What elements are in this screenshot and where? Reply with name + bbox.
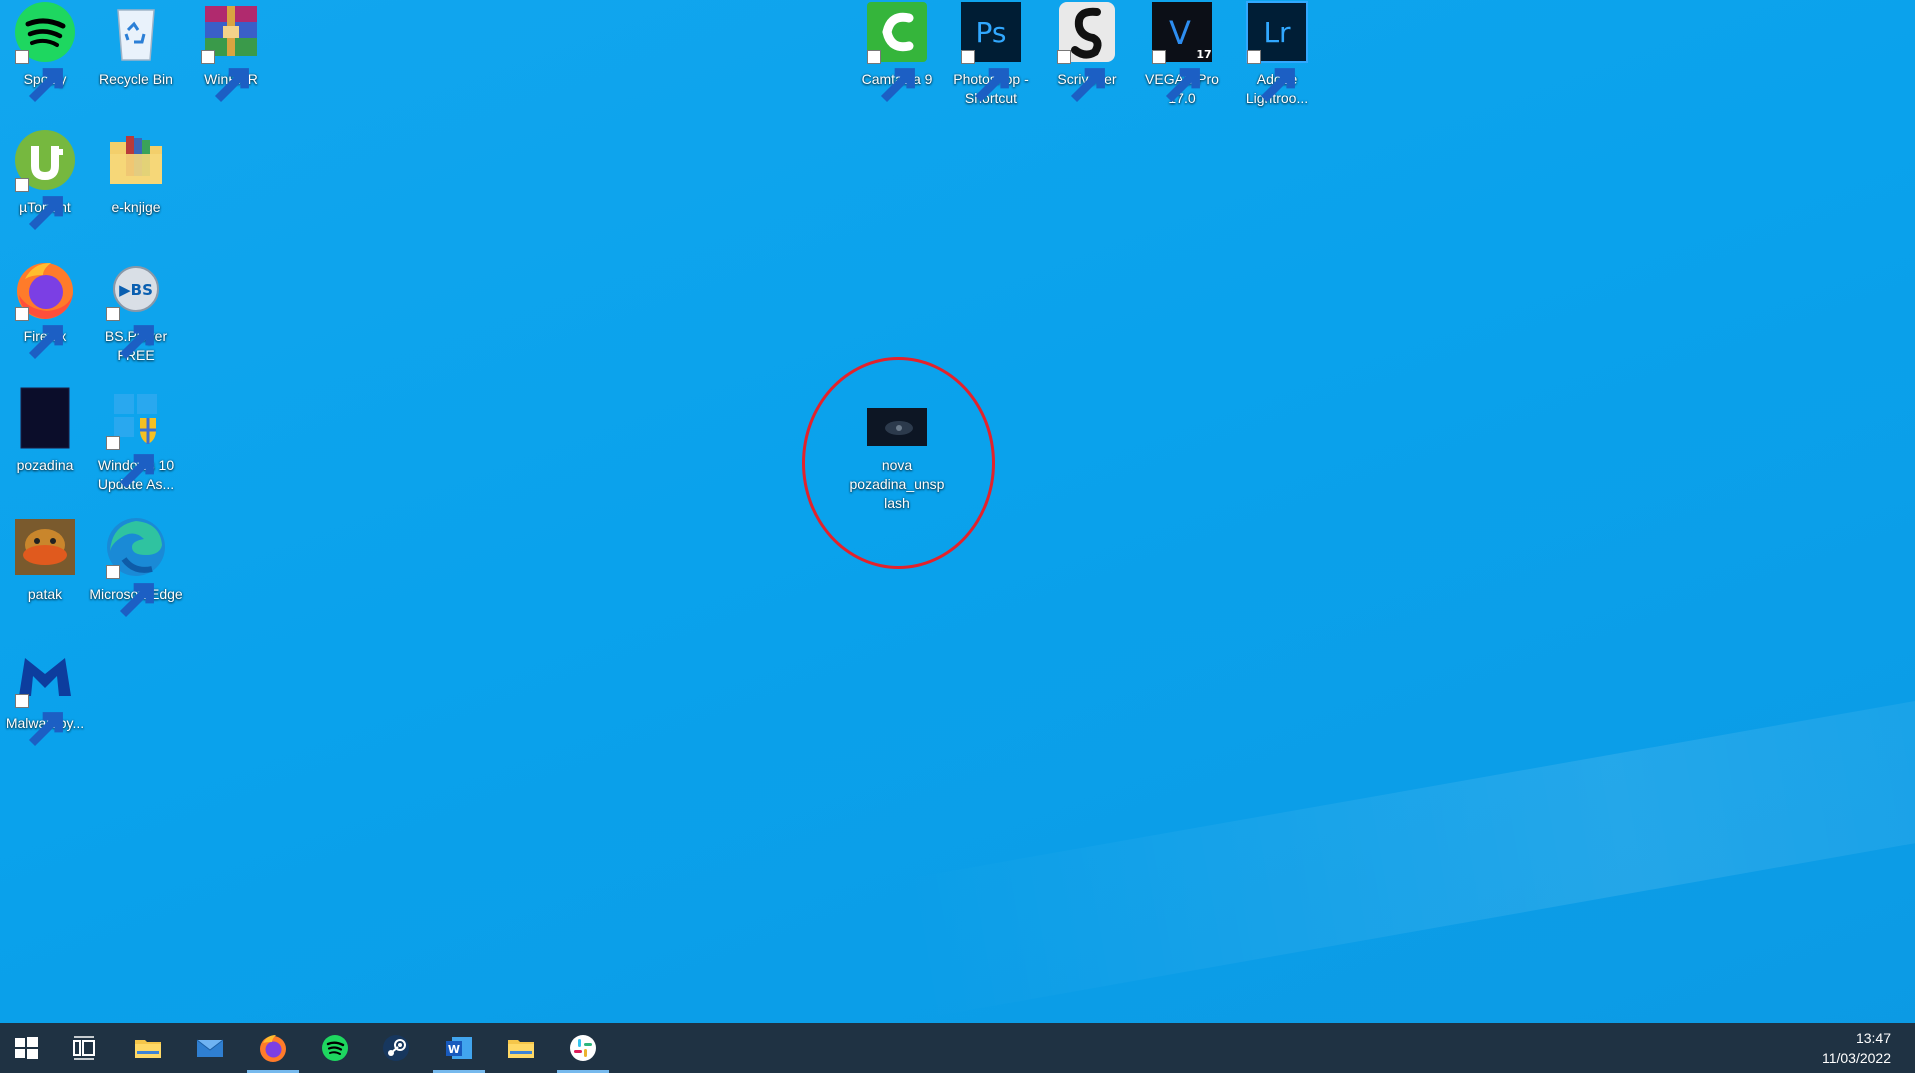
desktop-icon-vegas[interactable]: V 17 VEGAS Pro 17.0 [1137,0,1227,108]
desktop-icon-edge[interactable]: Microsoft Edge [89,515,183,618]
desktop-icon-camtasia[interactable]: Camtasia 9 [852,0,942,103]
shortcut-arrow-icon [1057,50,1105,103]
desktop-icon-scrivener[interactable]: Scrivener [1042,0,1132,103]
windows-update-icon [104,386,168,489]
desktop-icon-e-knjige[interactable]: e-knjige [91,128,181,217]
shortcut-arrow-icon [961,50,1009,103]
desktop-icon-bsplayer[interactable]: ▶BS BS.Player FREE [91,257,181,365]
shortcut-arrow-icon [867,50,915,103]
vegas-icon: V 17 [1150,0,1214,103]
utorrent-icon [13,128,77,231]
desktop-icon-label: e-knjige [111,199,161,215]
spotify-icon [13,0,77,103]
firefox-icon [13,257,77,360]
desktop-icon-label: nova pozadina_unsplash [849,457,945,511]
desktop-icon-photoshop[interactable]: Ps Photoshop - Shortcut [946,0,1036,108]
task-view-icon [73,1036,95,1060]
clock-date: 11/03/2022 [1821,1050,1891,1066]
firefox-icon [260,1035,286,1062]
slack-icon [570,1035,596,1061]
firefox-taskbar-button[interactable] [247,1023,299,1073]
winrar-icon [199,0,263,103]
shortcut-arrow-icon [15,178,63,231]
desktop-icon-patak[interactable]: patak [0,515,90,604]
desktop-icon-label: pozadina [16,457,74,473]
shortcut-arrow-icon [1247,50,1295,103]
system-clock[interactable]: 13:47 11/03/2022 [1791,1028,1891,1068]
windows-logo-icon [15,1037,38,1059]
image-file-icon [13,515,77,579]
image-file-icon [865,386,929,450]
svg-text:V: V [1169,14,1191,52]
spotify-icon [322,1035,348,1061]
photoshop-icon: Ps [959,0,1023,103]
desktop-icon-windows-update[interactable]: Windows 10 Update As... [91,386,181,494]
svg-text:Ps: Ps [976,16,1007,49]
desktop-icon-nova-pozadina[interactable]: nova pozadina_unsplash [849,386,945,513]
file-explorer-2-button[interactable] [495,1023,547,1073]
wallpaper-light-beam [900,671,1915,1018]
desktop-icon-lightroom[interactable]: Lr Adobe Lightroo... [1232,0,1322,108]
desktop-icon-label: Recycle Bin [99,71,173,87]
archive-folder-icon [104,128,168,192]
folder-icon [135,1040,161,1058]
task-view-button[interactable] [58,1023,110,1073]
scrivener-icon [1055,0,1119,103]
image-file-icon [13,386,77,450]
mail-button[interactable] [184,1023,236,1073]
start-button[interactable] [0,1023,52,1073]
desktop-icon-recycle-bin[interactable]: Recycle Bin [91,0,181,89]
folder-icon [508,1040,534,1058]
edge-icon [104,515,168,618]
shortcut-arrow-icon [15,307,63,360]
word-taskbar-button[interactable]: W [433,1023,485,1073]
spotify-taskbar-button[interactable] [309,1023,361,1073]
desktop[interactable]: Spotify µTorrent Firefox pozadina patak … [0,0,1915,1023]
slack-taskbar-button[interactable] [557,1023,609,1073]
camtasia-icon [865,0,929,103]
desktop-icon-malwarebytes[interactable]: Malwareby... [0,644,90,747]
clock-time: 13:47 [1855,1030,1891,1046]
shortcut-arrow-icon [201,50,249,103]
shortcut-arrow-icon [106,565,154,618]
steam-taskbar-button[interactable] [370,1023,422,1073]
shortcut-arrow-icon [106,307,154,360]
shortcut-arrow-icon [106,436,154,489]
malwarebytes-icon [13,644,77,747]
lightroom-icon: Lr [1245,0,1309,103]
shortcut-arrow-icon [15,694,63,747]
file-explorer-button[interactable] [122,1023,174,1073]
svg-text:▶BS: ▶BS [119,281,153,299]
word-icon: W [446,1037,472,1059]
shortcut-arrow-icon [1152,50,1200,103]
desktop-icon-spotify[interactable]: Spotify [0,0,90,103]
desktop-icon-label: patak [27,586,63,602]
bsplayer-icon: ▶BS [104,257,168,360]
svg-text:Lr: Lr [1263,16,1291,49]
desktop-icon-winrar[interactable]: WinRAR [186,0,276,103]
desktop-icon-firefox[interactable]: Firefox [0,257,90,360]
desktop-icon-pozadina[interactable]: pozadina [0,386,90,475]
svg-text:W: W [448,1043,460,1056]
taskbar: W 13:47 11/03/2022 [0,1023,1915,1073]
desktop-icon-utorrent[interactable]: µTorrent [0,128,90,231]
mail-icon [196,1039,224,1057]
recycle-bin-icon [104,0,168,64]
steam-icon [383,1035,409,1061]
shortcut-arrow-icon [15,50,63,103]
